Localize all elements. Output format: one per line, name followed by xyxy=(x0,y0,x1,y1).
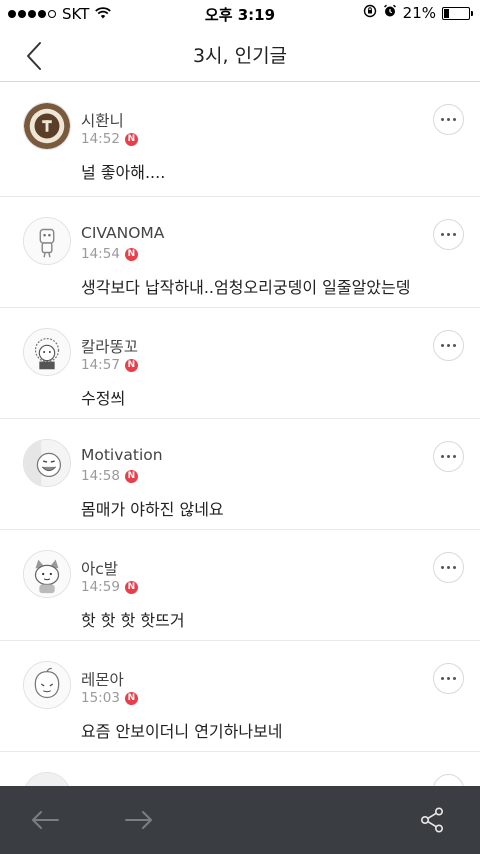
comment-time-text: 15:03 xyxy=(81,690,120,706)
more-options-button[interactable] xyxy=(433,774,464,786)
comment-item: 아c발 14:59 N 핫 핫 핫 핫뜨거 xyxy=(0,530,480,641)
comment-item xyxy=(0,752,480,786)
comment-text: 몸매가 야하진 않네요 xyxy=(81,500,224,519)
comment-time: 14:58 N xyxy=(81,468,138,484)
nav-header: 3시, 인기글 xyxy=(0,28,480,82)
avatar[interactable] xyxy=(23,661,71,709)
new-badge: N xyxy=(124,358,138,372)
more-options-button[interactable] xyxy=(433,552,464,583)
comment-time: 14:54 N xyxy=(81,246,138,262)
back-button[interactable] xyxy=(14,36,54,76)
more-options-button[interactable] xyxy=(433,330,464,361)
arrow-right-icon xyxy=(125,811,152,829)
new-badge: N xyxy=(124,469,138,483)
comment-item: 칼라똥꼬 14:57 N 수정씌 xyxy=(0,308,480,419)
comment-time: 14:59 N xyxy=(81,579,138,595)
comment-list[interactable]: 시환니 14:52 N 널 좋아해.... CIVANOMA 14:54 N 생… xyxy=(0,82,480,786)
share-button[interactable] xyxy=(412,800,452,840)
comment-text: 핫 핫 핫 핫뜨거 xyxy=(81,611,185,630)
comment-text: 수정씌 xyxy=(81,389,126,408)
more-options-button[interactable] xyxy=(433,441,464,472)
comment-time: 14:57 N xyxy=(81,357,138,373)
battery-icon xyxy=(442,6,473,20)
new-badge: N xyxy=(124,691,138,705)
comment-text: 생각보다 납작하내..엄청오리궁뎅이 일줄알았는뎅 xyxy=(81,278,411,297)
more-options-button[interactable] xyxy=(433,663,464,694)
comment-time: 14:52 N xyxy=(81,131,138,147)
comment-time-text: 14:58 xyxy=(81,468,120,484)
comment-time-text: 14:52 xyxy=(81,131,120,147)
forward-nav-button[interactable] xyxy=(119,800,159,840)
chevron-left-icon xyxy=(27,42,41,70)
comment-item: Motivation 14:58 N 몸매가 야하진 않네요 xyxy=(0,419,480,530)
battery-percent: 21% xyxy=(402,4,436,22)
comment-time-text: 14:57 xyxy=(81,357,120,373)
comment-item: 레몬아 15:03 N 요즘 안보이더니 연기하나보네 xyxy=(0,641,480,752)
comment-text: 요즘 안보이더니 연기하나보네 xyxy=(81,722,283,741)
avatar[interactable] xyxy=(23,328,71,376)
comment-item: 시환니 14:52 N 널 좋아해.... xyxy=(0,82,480,197)
alarm-icon xyxy=(383,4,397,22)
avatar[interactable] xyxy=(23,772,71,786)
comment-author: 아c발 xyxy=(81,560,119,578)
comment-author: Motivation xyxy=(81,446,163,464)
status-bar: SKT 오후 3:19 21% xyxy=(0,0,480,28)
comment-author: 레몬아 xyxy=(81,671,124,689)
avatar[interactable] xyxy=(23,550,71,598)
new-badge: N xyxy=(124,132,138,146)
new-badge: N xyxy=(124,247,138,261)
more-options-button[interactable] xyxy=(433,104,464,135)
more-options-button[interactable] xyxy=(433,219,464,250)
rotation-lock-icon xyxy=(363,4,377,22)
comment-time-text: 14:59 xyxy=(81,579,120,595)
comment-time-text: 14:54 xyxy=(81,246,120,262)
back-nav-button[interactable] xyxy=(25,800,65,840)
comment-item: CIVANOMA 14:54 N 생각보다 납작하내..엄청오리궁뎅이 일줄알았… xyxy=(0,197,480,308)
comment-author: 칼라똥꼬 xyxy=(81,338,139,356)
arrow-left-icon xyxy=(32,811,59,829)
comment-text: 널 좋아해.... xyxy=(81,163,166,182)
status-right: 21% xyxy=(363,4,473,22)
bottom-toolbar xyxy=(0,786,480,854)
avatar[interactable] xyxy=(23,439,71,487)
share-icon xyxy=(420,807,444,833)
avatar[interactable] xyxy=(23,102,71,150)
comment-time: 15:03 N xyxy=(81,690,138,706)
comment-author: 시환니 xyxy=(81,112,124,130)
comment-author: CIVANOMA xyxy=(81,224,165,242)
page-title: 3시, 인기글 xyxy=(192,45,288,67)
new-badge: N xyxy=(124,580,138,594)
avatar[interactable] xyxy=(23,217,71,265)
